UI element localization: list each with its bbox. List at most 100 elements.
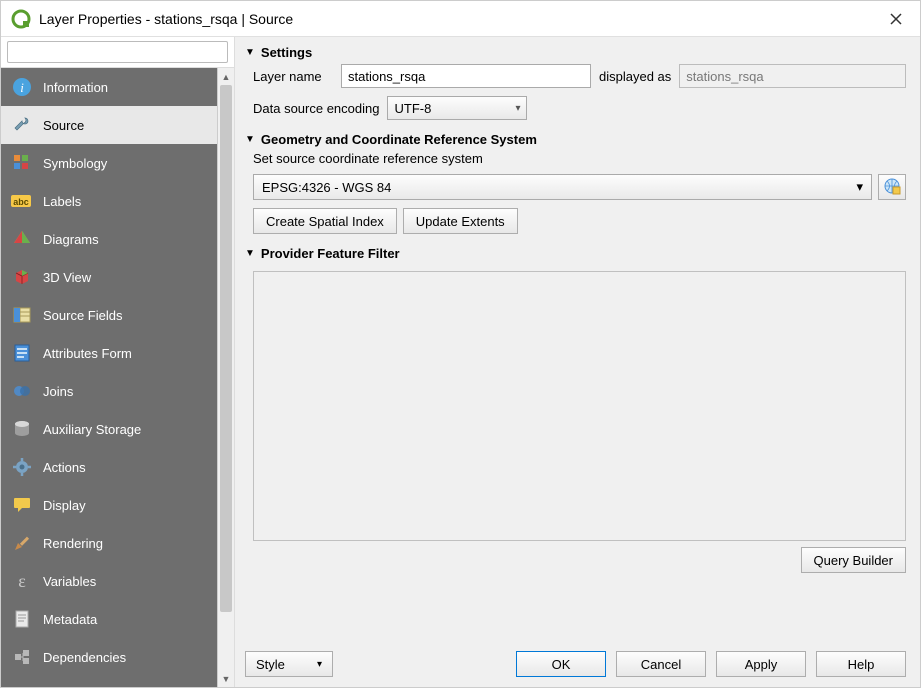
- window-title: Layer Properties - stations_rsqa | Sourc…: [39, 11, 882, 27]
- footer: Style ▾ OK Cancel Apply Help: [245, 647, 906, 677]
- left-panel: i Information Source Symbology: [1, 37, 235, 687]
- nav-item-auxstorage[interactable]: Auxiliary Storage: [1, 410, 217, 448]
- nav-item-joins[interactable]: Joins: [1, 372, 217, 410]
- nav-label: Attributes Form: [43, 346, 132, 361]
- joins-icon: [11, 380, 33, 402]
- chevron-down-icon: ▾: [515, 103, 520, 114]
- diagrams-icon: [11, 228, 33, 250]
- nav-label: Source: [43, 118, 84, 133]
- nav-item-display[interactable]: Display: [1, 486, 217, 524]
- displayed-as-label: displayed as: [599, 69, 671, 84]
- nav-item-3dview[interactable]: 3D View: [1, 258, 217, 296]
- collapse-icon: ▼: [245, 248, 255, 259]
- gear-icon: [11, 456, 33, 478]
- nav-label: Information: [43, 80, 108, 95]
- nav-item-actions[interactable]: Actions: [1, 448, 217, 486]
- scroll-up-icon[interactable]: ▲: [218, 68, 234, 85]
- nav-label: 3D View: [43, 270, 91, 285]
- displayed-as-field: stations_rsqa: [679, 64, 906, 88]
- dependencies-icon: [11, 646, 33, 668]
- nav-scroll: i Information Source Symbology: [1, 68, 234, 687]
- create-spatial-index-button[interactable]: Create Spatial Index: [253, 208, 397, 234]
- nav-label: Source Fields: [43, 308, 122, 323]
- nav-list: i Information Source Symbology: [1, 68, 217, 687]
- close-button[interactable]: [882, 5, 910, 33]
- svg-text:i: i: [20, 80, 24, 95]
- apply-button[interactable]: Apply: [716, 651, 806, 677]
- layer-name-label: Layer name: [253, 69, 333, 84]
- scroll-track[interactable]: [218, 85, 234, 670]
- brush-icon: [11, 152, 33, 174]
- database-icon: [11, 418, 33, 440]
- section-title: Settings: [261, 45, 312, 60]
- search-wrap: [1, 37, 234, 68]
- epsilon-icon: ε: [11, 570, 33, 592]
- nav-label: Metadata: [43, 612, 97, 627]
- nav-label: Labels: [43, 194, 81, 209]
- qgis-logo-icon: [11, 9, 31, 29]
- nav-item-dependencies[interactable]: Dependencies: [1, 638, 217, 676]
- nav-item-sourcefields[interactable]: Source Fields: [1, 296, 217, 334]
- encoding-combo[interactable]: UTF-8 ▾: [387, 96, 527, 120]
- displayed-as-value: stations_rsqa: [686, 69, 763, 84]
- fields-icon: [11, 304, 33, 326]
- search-input[interactable]: [7, 41, 228, 63]
- nav-item-rendering[interactable]: Rendering: [1, 524, 217, 562]
- form-icon: [11, 342, 33, 364]
- main-area: i Information Source Symbology: [1, 37, 920, 687]
- info-icon: i: [11, 76, 33, 98]
- crs-combo[interactable]: EPSG:4326 - WGS 84 ▾: [253, 174, 872, 200]
- encoding-label: Data source encoding: [253, 101, 379, 116]
- style-label: Style: [256, 657, 285, 672]
- filter-textarea[interactable]: [253, 271, 906, 541]
- chevron-down-icon: ▾: [856, 179, 863, 195]
- section-header-geometry[interactable]: ▼ Geometry and Coordinate Reference Syst…: [245, 132, 906, 147]
- set-crs-label: Set source coordinate reference system: [253, 151, 906, 166]
- cancel-button[interactable]: Cancel: [616, 651, 706, 677]
- section-filter: ▼ Provider Feature Filter Query Builder: [245, 246, 906, 573]
- query-builder-button[interactable]: Query Builder: [801, 547, 906, 573]
- update-extents-button[interactable]: Update Extents: [403, 208, 518, 234]
- wrench-icon: [11, 114, 33, 136]
- encoding-value: UTF-8: [394, 101, 431, 116]
- nav-label: Variables: [43, 574, 96, 589]
- nav-item-attributesform[interactable]: Attributes Form: [1, 334, 217, 372]
- labels-icon: abc: [11, 190, 33, 212]
- section-settings: ▼ Settings Layer name displayed as stati…: [245, 45, 906, 120]
- nav-item-symbology[interactable]: Symbology: [1, 144, 217, 182]
- layer-name-input[interactable]: [341, 64, 591, 88]
- content-area: ▼ Settings Layer name displayed as stati…: [235, 37, 920, 687]
- nav-item-diagrams[interactable]: Diagrams: [1, 220, 217, 258]
- nav-label: Dependencies: [43, 650, 126, 665]
- ok-button[interactable]: OK: [516, 651, 606, 677]
- speech-icon: [11, 494, 33, 516]
- nav-item-metadata[interactable]: Metadata: [1, 600, 217, 638]
- globe-icon: [883, 177, 901, 198]
- scroll-down-icon[interactable]: ▼: [218, 670, 234, 687]
- nav-label: Symbology: [43, 156, 107, 171]
- nav-scrollbar[interactable]: ▲ ▼: [217, 68, 234, 687]
- help-button[interactable]: Help: [816, 651, 906, 677]
- document-icon: [11, 608, 33, 630]
- collapse-icon: ▼: [245, 134, 255, 145]
- nav-item-labels[interactable]: abc Labels: [1, 182, 217, 220]
- section-header-settings[interactable]: ▼ Settings: [245, 45, 906, 60]
- nav-item-variables[interactable]: ε Variables: [1, 562, 217, 600]
- nav-label: Joins: [43, 384, 73, 399]
- cube-icon: [11, 266, 33, 288]
- scroll-thumb[interactable]: [220, 85, 232, 612]
- chevron-down-icon: ▾: [317, 659, 322, 670]
- paintbrush-icon: [11, 532, 33, 554]
- nav-label: Rendering: [43, 536, 103, 551]
- section-geometry: ▼ Geometry and Coordinate Reference Syst…: [245, 132, 906, 234]
- collapse-icon: ▼: [245, 47, 255, 58]
- nav-item-source[interactable]: Source: [1, 106, 217, 144]
- style-menu-button[interactable]: Style ▾: [245, 651, 333, 677]
- nav-label: Diagrams: [43, 232, 99, 247]
- crs-picker-button[interactable]: [878, 174, 906, 200]
- nav-item-information[interactable]: i Information: [1, 68, 217, 106]
- nav-label: Display: [43, 498, 86, 513]
- titlebar: Layer Properties - stations_rsqa | Sourc…: [1, 1, 920, 37]
- svg-text:abc: abc: [13, 197, 29, 207]
- section-header-filter[interactable]: ▼ Provider Feature Filter: [245, 246, 906, 261]
